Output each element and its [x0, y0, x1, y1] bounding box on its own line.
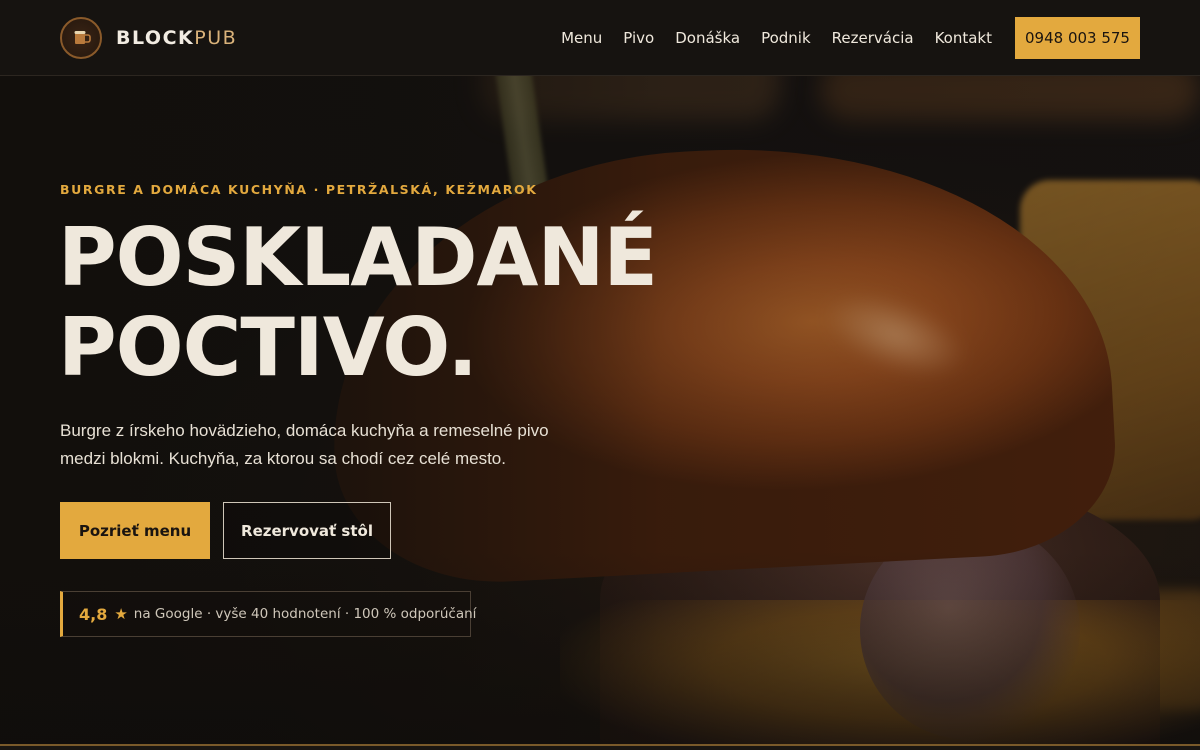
nav-link-pivo[interactable]: Pivo: [623, 29, 654, 47]
hero-headline: POSKLADANÉ POCTIVO.: [58, 211, 658, 394]
reserve-table-button[interactable]: Rezervovať stôl: [223, 502, 391, 559]
logo-badge-icon: [60, 16, 102, 59]
google-rating-badge: 4,8 ★ na Google · vyše 40 hodnotení · 100 …: [60, 591, 476, 637]
next-section-edge: [0, 744, 1200, 750]
star-icon: ★: [114, 605, 128, 623]
logo-wordmark: BLOCKPUB: [116, 27, 237, 49]
rating-score: 4,8: [79, 604, 108, 624]
nav-link-donaska[interactable]: Donáška: [675, 29, 740, 47]
hero-lead-text: Burgre z írskeho hovädzieho, domáca kuch…: [60, 421, 549, 468]
view-menu-button[interactable]: Pozrieť menu: [60, 502, 210, 559]
nav-link-rezervacia[interactable]: Rezervácia: [832, 29, 914, 47]
site-header: BLOCKPUB Menu Pivo Donáška Podnik Rezerv…: [0, 0, 1200, 76]
hero-headline-line-1: POSKLADANÉ: [58, 211, 658, 304]
phone-call-button[interactable]: 0948 003 575: [1015, 16, 1140, 59]
nav-link-menu[interactable]: Menu: [561, 29, 602, 47]
main-nav: Menu Pivo Donáška Podnik Rezervácia Kont…: [561, 16, 1140, 59]
rating-text: na Google · vyše 40 hodnotení · 100 % od…: [133, 606, 477, 622]
hero-headline-line-2: POCTIVO.: [58, 301, 478, 394]
nav-link-podnik[interactable]: Podnik: [761, 29, 811, 47]
hero-eyebrow: BURGRE A DOMÁCA KUCHYŇA · PETRŽALSKÁ, KE…: [60, 182, 538, 197]
logo-word-bold: BLOCK: [116, 26, 195, 49]
logo-link[interactable]: BLOCKPUB: [60, 16, 237, 59]
logo-word-light: PUB: [194, 26, 238, 49]
photo-overlay-bottom: [0, 550, 1200, 750]
nav-link-kontakt[interactable]: Kontakt: [935, 29, 992, 47]
